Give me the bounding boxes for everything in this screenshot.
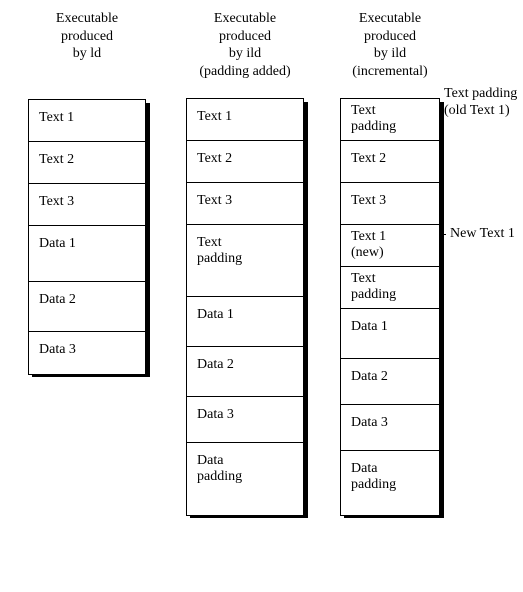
cell-text-padding-old: Text padding xyxy=(341,99,439,141)
column-ld-header: Executable produced by ld xyxy=(28,10,146,63)
stack-ld: Text 1 Text 2 Text 3 Data 1 Data 2 Data … xyxy=(28,99,146,375)
stack-ild-inc: Text padding Text 2 Text 3 Text 1 (new) … xyxy=(340,98,440,516)
cell-label: Text 1 xyxy=(39,110,74,126)
cell-data-2: Data 2 xyxy=(341,359,439,405)
cell-text-2: Text 2 xyxy=(187,141,303,183)
cell-data-padding: Data padding xyxy=(341,451,439,515)
cell-data-3: Data 3 xyxy=(29,332,145,374)
cell-text-1: Text 1 xyxy=(29,100,145,142)
cell-text-1: Text 1 xyxy=(187,99,303,141)
column-ild-pad: Executable produced by ild (padding adde… xyxy=(186,10,304,516)
header-line: by ild xyxy=(374,46,406,61)
cell-label: Data 3 xyxy=(39,342,76,358)
cell-label: Data 2 xyxy=(351,369,388,385)
cell-label: Data 2 xyxy=(39,292,76,308)
cell-label: Text 3 xyxy=(351,193,386,209)
cell-label: Text 2 xyxy=(351,151,386,167)
cell-text-2: Text 2 xyxy=(29,142,145,184)
cell-text-1-new: Text 1 (new) xyxy=(341,225,439,267)
header-line: by ild xyxy=(229,46,261,61)
cell-data-1: Data 1 xyxy=(29,226,145,282)
header-line: (incremental) xyxy=(352,64,427,79)
cell-label: Data 2 xyxy=(197,357,234,373)
column-ld: Executable produced by ld Text 1 Text 2 … xyxy=(28,10,146,375)
cell-data-3: Data 3 xyxy=(341,405,439,451)
cell-text-padding: Text padding xyxy=(341,267,439,309)
annotation-new-text-1: New Text 1 xyxy=(450,226,515,243)
cell-data-2: Data 2 xyxy=(187,347,303,397)
cell-label: Text padding xyxy=(351,271,411,303)
cell-label: Text 2 xyxy=(197,151,232,167)
cell-label: Text 1 (new) xyxy=(351,229,411,261)
header-line: produced xyxy=(61,29,113,44)
cell-text-3: Text 3 xyxy=(341,183,439,225)
column-ild-inc-header: Executable produced by ild (incremental) xyxy=(340,10,440,80)
cell-label: Data 3 xyxy=(197,407,234,423)
annotation-old-text-1: Text padding (old Text 1) xyxy=(444,86,517,120)
cell-label: Text padding xyxy=(197,235,257,267)
cell-text-2: Text 2 xyxy=(341,141,439,183)
cell-label: Text 3 xyxy=(39,194,74,210)
column-ild-inc: Executable produced by ild (incremental)… xyxy=(340,10,440,516)
cell-text-3: Text 3 xyxy=(187,183,303,225)
header-line: Executable xyxy=(214,11,276,26)
cell-label: Data 1 xyxy=(39,236,76,252)
column-ild-pad-header: Executable produced by ild (padding adde… xyxy=(186,10,304,80)
stack-ild-pad: Text 1 Text 2 Text 3 Text padding Data 1… xyxy=(186,98,304,516)
cell-label: Text 1 xyxy=(197,109,232,125)
cell-data-padding: Data padding xyxy=(187,443,303,515)
cell-label: Text 2 xyxy=(39,152,74,168)
header-line: by ld xyxy=(73,46,101,61)
cell-label: Text padding xyxy=(351,103,411,135)
cell-data-1: Data 1 xyxy=(187,297,303,347)
header-line: produced xyxy=(364,29,416,44)
header-line: Executable xyxy=(359,11,421,26)
cell-label: Data 1 xyxy=(197,307,234,323)
cell-label: Text 3 xyxy=(197,193,232,209)
annotation-text: (old Text 1) xyxy=(444,103,510,118)
cell-label: Data 1 xyxy=(351,319,388,335)
cell-text-padding: Text padding xyxy=(187,225,303,297)
annotation-text: New Text 1 xyxy=(450,226,515,241)
cell-data-1: Data 1 xyxy=(341,309,439,359)
header-line: Executable xyxy=(56,11,118,26)
header-line: (padding added) xyxy=(199,64,290,79)
cell-text-3: Text 3 xyxy=(29,184,145,226)
cell-label: Data padding xyxy=(351,461,411,493)
cell-data-3: Data 3 xyxy=(187,397,303,443)
header-line: produced xyxy=(219,29,271,44)
annotation-text: Text padding xyxy=(444,86,517,101)
cell-label: Data 3 xyxy=(351,415,388,431)
cell-label: Data padding xyxy=(197,453,257,485)
cell-data-2: Data 2 xyxy=(29,282,145,332)
